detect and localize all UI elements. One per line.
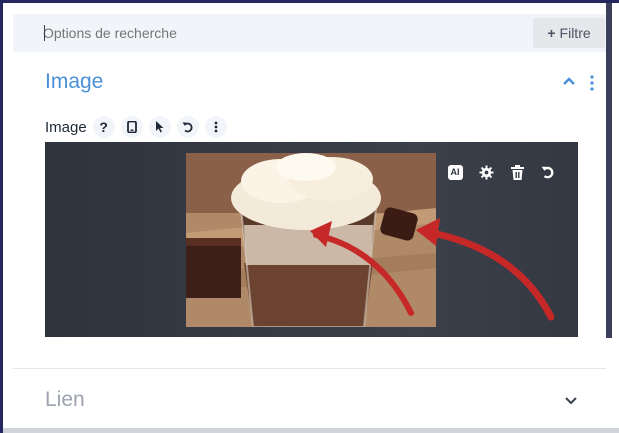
section-divider — [13, 368, 606, 369]
filter-label: Filtre — [559, 25, 591, 41]
chevron-up-icon[interactable] — [562, 76, 576, 86]
section-title-link[interactable]: Lien — [45, 388, 85, 412]
image-preview-panel: AI — [45, 142, 578, 337]
chevron-down-icon[interactable] — [564, 396, 578, 406]
undo-icon[interactable] — [176, 116, 199, 138]
window-frame-bottom — [3, 428, 619, 433]
more-vert-icon[interactable] — [589, 74, 595, 92]
more-vert-icon[interactable] — [204, 116, 227, 138]
field-label: Image — [45, 118, 87, 136]
plus-icon: + — [547, 25, 556, 41]
trash-icon[interactable] — [509, 164, 525, 180]
text-caret — [44, 25, 45, 41]
undo-icon[interactable] — [540, 164, 556, 180]
mobile-icon[interactable] — [120, 116, 143, 138]
window-frame-left — [0, 0, 3, 433]
scrollbar[interactable] — [606, 3, 612, 338]
search-input[interactable] — [43, 14, 443, 52]
help-icon[interactable]: ? — [92, 116, 115, 138]
window-frame-top — [0, 0, 619, 3]
search-bar: +Filtre — [13, 14, 606, 52]
gear-icon[interactable] — [478, 164, 494, 180]
cursor-icon[interactable] — [148, 116, 171, 138]
image-field-header: Image ? — [45, 116, 233, 138]
image-toolbar: AI — [447, 164, 571, 180]
ai-icon[interactable]: AI — [447, 164, 463, 180]
filter-button[interactable]: + Filtre — [533, 18, 605, 48]
section-title-image[interactable]: Image — [45, 70, 103, 94]
